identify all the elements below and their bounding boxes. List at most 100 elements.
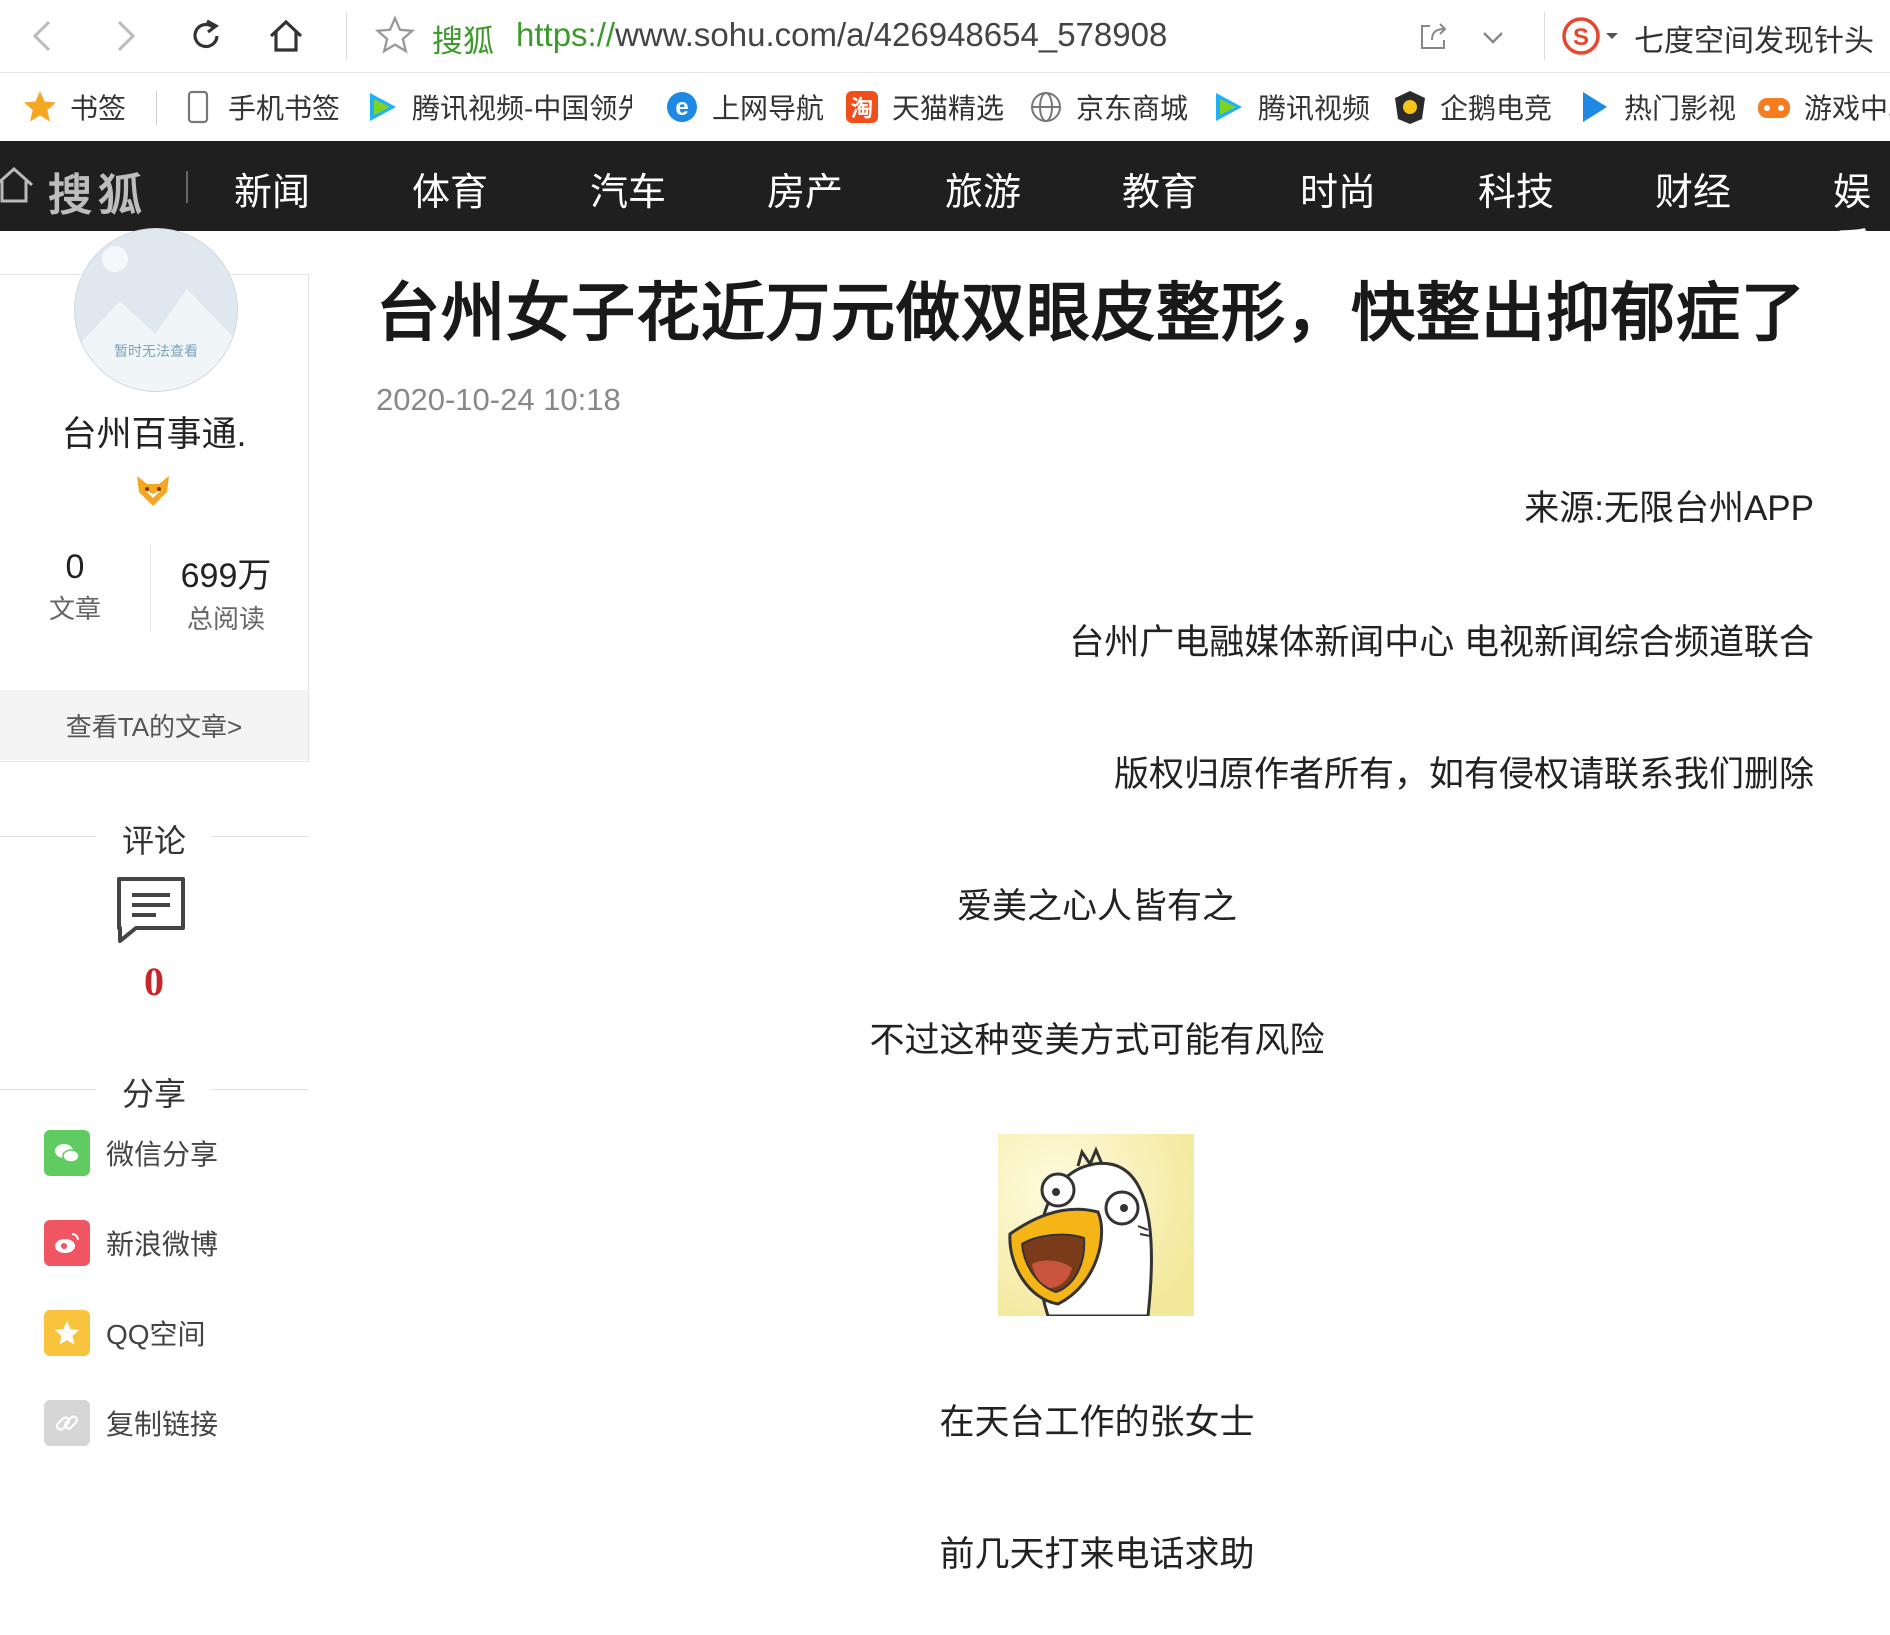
nav-item[interactable]: 教育 — [1122, 161, 1198, 216]
chevron-right-icon — [117, 20, 136, 52]
share-label: 微信分享 — [106, 1139, 219, 1170]
svg-text:淘: 淘 — [851, 96, 873, 122]
bookmark-star-icon[interactable] — [374, 14, 416, 56]
tmall-icon: 淘 — [846, 91, 878, 123]
play-icon — [1583, 92, 1607, 122]
avatar-placeholder-text: 暂时无法查看 — [114, 344, 198, 360]
article-credit: 台州广电融媒体新闻中心 电视新闻综合频道联合 — [1069, 623, 1814, 662]
nav-item[interactable]: 房产 — [767, 161, 843, 216]
bookmarks-bar: 书签 手机书签 腾讯视频-中国领先 e 上网导航 淘 天猫精选 京东商城 腾讯视… — [0, 73, 1890, 142]
author-name[interactable]: 台州百事通. — [0, 406, 308, 457]
share-label: 新浪微博 — [106, 1229, 219, 1260]
reads-stat: 699万 总阅读 — [162, 548, 290, 636]
bookmark-label: 热门影视 — [1624, 93, 1737, 124]
share-qzone-button[interactable]: QQ空间 — [44, 1310, 206, 1356]
reload-button[interactable] — [180, 10, 232, 62]
tencent-video-icon — [1216, 93, 1242, 121]
bookmark-label: 书签 — [70, 93, 127, 124]
sohu-logo[interactable]: 搜狐 — [48, 159, 148, 223]
articles-count: 0 — [65, 548, 85, 586]
placeholder-image-icon: 暂时无法查看 — [75, 246, 237, 391]
view-articles-link[interactable]: 查看TA的文章> — [0, 690, 308, 760]
site-name: 搜狐 — [432, 24, 494, 59]
copy-link-button[interactable]: 复制链接 — [44, 1400, 218, 1446]
nav-item[interactable]: 汽车 — [590, 161, 666, 216]
star-icon — [24, 91, 56, 122]
bookmark-label: 游戏中心 — [1804, 93, 1890, 124]
chevron-down-icon[interactable] — [1476, 20, 1510, 54]
article-title: 台州女子花近万元做双眼皮整形，快整出抑郁症了 — [376, 277, 1806, 349]
phone-icon — [187, 90, 209, 124]
share-heading: 分享 — [121, 1076, 186, 1112]
article-copyright: 版权归原作者所有，如有侵权请联系我们删除 — [1113, 755, 1814, 794]
share-wechat-button[interactable]: 微信分享 — [44, 1130, 218, 1176]
article-paragraph: 前几天打来电话求助 — [939, 1535, 1255, 1574]
reads-count: 699万 — [180, 557, 272, 595]
home-button[interactable] — [260, 10, 312, 62]
home-icon — [269, 19, 303, 52]
divider — [1544, 12, 1545, 60]
article-date: 2020-10-24 10:18 — [376, 382, 621, 417]
bookmark-label: 上网导航 — [712, 93, 825, 124]
globe-icon — [1031, 92, 1061, 122]
divider — [156, 91, 157, 125]
comments-section-header: 评论 — [0, 816, 308, 859]
forward-button[interactable] — [98, 10, 150, 62]
reload-icon — [193, 19, 219, 49]
chevron-left-icon — [32, 20, 51, 52]
nav-item[interactable]: 新闻 — [234, 161, 310, 216]
site-nav: 搜狐 新闻 体育 汽车 房产 旅游 教育 时尚 科技 财经 娱乐 — [0, 141, 1890, 231]
bookmark-item[interactable]: 游戏中心 — [1756, 73, 1890, 141]
divider — [186, 171, 188, 203]
share-label: QQ空间 — [106, 1319, 206, 1350]
gamepad-icon — [1758, 98, 1790, 118]
bookmark-label: 京东商城 — [1076, 93, 1189, 124]
qzone-star-icon — [44, 1310, 90, 1356]
share-page-icon[interactable] — [1416, 18, 1452, 54]
bookmark-item[interactable]: 腾讯视频 — [1210, 73, 1370, 141]
address-bar: 搜狐 https://www.sohu.com/a/426948654_5789… — [0, 0, 1890, 73]
comment-count[interactable]: 0 — [0, 958, 308, 1005]
url-path: www.sohu.com/a/426948654_578908 — [615, 16, 1168, 53]
weibo-icon — [44, 1220, 90, 1266]
bookmark-item[interactable]: 京东商城 — [1028, 73, 1188, 141]
home-icon[interactable] — [0, 165, 34, 205]
svg-text:e: e — [675, 94, 688, 121]
back-button[interactable] — [18, 10, 70, 62]
avatar[interactable]: 暂时无法查看 — [74, 228, 238, 392]
bookmark-label: 企鹅电竞 — [1440, 93, 1553, 124]
share-section-header: 分享 — [0, 1069, 308, 1112]
bookmark-item[interactable]: 腾讯视频-中国领先 — [364, 73, 632, 141]
bookmark-item[interactable]: 企鹅电竞 — [1392, 73, 1552, 141]
shocked-duck-sticker-image — [998, 1134, 1194, 1316]
comment-icon[interactable] — [116, 876, 186, 944]
sogou-search-icon[interactable]: S — [1560, 14, 1622, 58]
nav-item[interactable]: 旅游 — [945, 161, 1021, 216]
search-hint[interactable]: 七度空间发现针头 — [1634, 16, 1874, 60]
nav-item[interactable]: 体育 — [412, 161, 488, 216]
bookmark-item[interactable]: 手机书签 — [180, 73, 340, 141]
url-protocol: https:// — [516, 16, 616, 53]
comments-heading: 评论 — [121, 823, 186, 859]
bookmark-item[interactable]: 书签 — [22, 73, 126, 141]
article-source: 来源:无限台州APP — [1524, 489, 1814, 528]
articles-label: 文章 — [48, 594, 101, 624]
share-weibo-button[interactable]: 新浪微博 — [44, 1220, 218, 1266]
bookmark-label: 手机书签 — [228, 93, 341, 124]
esports-icon — [1395, 91, 1425, 124]
article-paragraph: 爱美之心人皆有之 — [956, 887, 1237, 926]
reads-label: 总阅读 — [186, 604, 265, 634]
divider — [346, 12, 347, 60]
wechat-icon — [44, 1130, 90, 1176]
bookmark-item[interactable]: 淘 天猫精选 — [844, 73, 1004, 141]
nav-item[interactable]: 娱乐 — [1833, 161, 1890, 231]
nav-item[interactable]: 财经 — [1655, 161, 1731, 216]
articles-stat[interactable]: 0 文章 — [38, 548, 112, 626]
bookmark-label: 腾讯视频-中国领先 — [412, 93, 632, 124]
bookmark-item[interactable]: e 上网导航 — [664, 73, 824, 141]
nav-item[interactable]: 科技 — [1478, 161, 1554, 216]
nav-item[interactable]: 时尚 — [1300, 161, 1376, 216]
url-field[interactable]: https://www.sohu.com/a/426948654_578908 — [516, 16, 1167, 54]
bookmark-item[interactable]: 热门影视 — [1576, 73, 1736, 141]
bookmark-label: 腾讯视频 — [1258, 93, 1371, 124]
